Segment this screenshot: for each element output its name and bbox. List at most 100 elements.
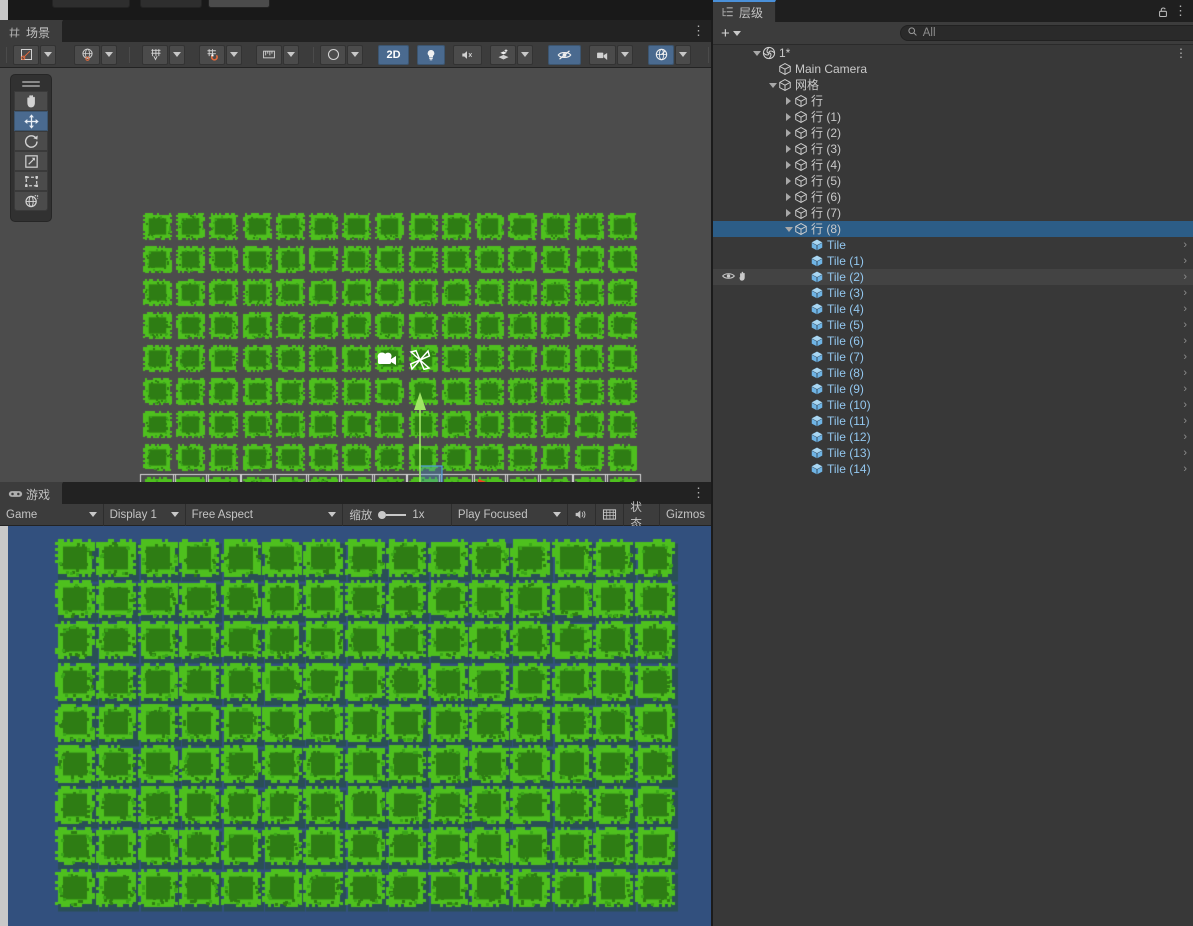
tool-palette-grip[interactable]: [22, 81, 40, 83]
display-select[interactable]: Display 1: [104, 503, 186, 526]
hierarchy-tree[interactable]: 1* ⋮ Main Camera 网格行行 (1) 行 (2) 行 (3) 行 (4) 行 (…: [713, 45, 1193, 926]
twirl-closed-icon[interactable]: [783, 177, 794, 185]
play-mode-select[interactable]: Play Focused: [452, 503, 569, 526]
global-local-caret[interactable]: [101, 44, 117, 65]
prefab-open-chevron-icon[interactable]: ›: [1183, 303, 1187, 315]
ruler-button[interactable]: [256, 44, 282, 65]
scene-camera-button[interactable]: [589, 44, 616, 65]
hierarchy-row-tile-3[interactable]: Tile (3) ›: [713, 285, 1193, 301]
twirl-closed-icon[interactable]: [783, 161, 794, 169]
hierarchy-row-row-6[interactable]: 行 (6): [713, 189, 1193, 205]
prefab-open-chevron-icon[interactable]: ›: [1183, 415, 1187, 427]
stats-button[interactable]: [596, 503, 625, 526]
cut-toolbar-button-3[interactable]: [208, 0, 270, 8]
hierarchy-row-row-2[interactable]: 行 (2): [713, 125, 1193, 141]
hierarchy-row-tile-10[interactable]: Tile (10) ›: [713, 397, 1193, 413]
hierarchy-row-tile-11[interactable]: Tile (11) ›: [713, 413, 1193, 429]
scale-slider[interactable]: [378, 510, 407, 519]
grid-visibility-button[interactable]: [142, 44, 168, 65]
twirl-open-icon[interactable]: [783, 226, 794, 232]
visibility-eye-icon[interactable]: [721, 270, 735, 284]
grid-visibility-caret[interactable]: [169, 44, 185, 65]
hierarchy-row-tile-7[interactable]: Tile (7) ›: [713, 349, 1193, 365]
effects-caret[interactable]: [517, 44, 534, 65]
hierarchy-row-tile-4[interactable]: Tile (4) ›: [713, 301, 1193, 317]
shading-mode-button[interactable]: [320, 44, 346, 65]
prefab-open-chevron-icon[interactable]: ›: [1183, 463, 1187, 475]
light-gizmo-icon[interactable]: [407, 347, 433, 378]
cut-toolbar-button-2[interactable]: [140, 0, 202, 8]
scene-camera-caret[interactable]: [617, 44, 633, 65]
prefab-open-chevron-icon[interactable]: ›: [1183, 431, 1187, 443]
scale-tool[interactable]: [14, 151, 48, 171]
hidden-objects-toggle[interactable]: [548, 44, 581, 65]
twirl-closed-icon[interactable]: [783, 129, 794, 137]
hierarchy-row-row-7[interactable]: 行 (7): [713, 205, 1193, 221]
scene-viewport[interactable]: [0, 68, 711, 482]
hierarchy-row-scene-root[interactable]: 1* ⋮: [713, 45, 1193, 61]
twirl-open-icon[interactable]: [751, 50, 762, 56]
tool-palette-grip-2[interactable]: [22, 85, 40, 87]
prefab-open-chevron-icon[interactable]: ›: [1183, 271, 1187, 283]
hierarchy-panel-menu-button[interactable]: ⋮: [1174, 4, 1187, 17]
global-local-button[interactable]: [74, 44, 100, 65]
prefab-open-chevron-icon[interactable]: ›: [1183, 335, 1187, 347]
tab-game[interactable]: 游戏: [0, 482, 64, 504]
game-viewport[interactable]: [0, 526, 711, 926]
hierarchy-row-row-1[interactable]: 行 (1): [713, 109, 1193, 125]
scale-slider-track[interactable]: [386, 513, 407, 516]
scale-slider-group[interactable]: 缩放 1x: [343, 503, 452, 526]
gizmos-toggle[interactable]: [648, 44, 674, 65]
search-input[interactable]: All: [899, 25, 1193, 41]
grid-snap-button[interactable]: [199, 44, 225, 65]
hierarchy-row-row-0[interactable]: 行: [713, 93, 1193, 109]
scene-lighting-toggle[interactable]: [417, 44, 445, 65]
stats-toggle[interactable]: 状态: [624, 502, 661, 530]
audio-toggle[interactable]: [452, 44, 483, 65]
shading-mode-caret[interactable]: [347, 44, 363, 65]
pickability-hand-icon[interactable]: [737, 270, 749, 284]
prefab-open-chevron-icon[interactable]: ›: [1183, 255, 1187, 267]
hierarchy-row-grid-root[interactable]: 网格: [713, 77, 1193, 93]
rotate-tool[interactable]: [14, 131, 48, 151]
prefab-open-chevron-icon[interactable]: ›: [1183, 367, 1187, 379]
scene-panel-menu-button[interactable]: ⋮: [692, 24, 705, 37]
ruler-caret[interactable]: [283, 44, 299, 65]
grid-snap-caret[interactable]: [226, 44, 242, 65]
hierarchy-row-tile-5[interactable]: Tile (5) ›: [713, 317, 1193, 333]
create-gameobject-button[interactable]: +: [717, 25, 745, 42]
rect-tool[interactable]: [14, 171, 48, 191]
lock-open-icon[interactable]: [1157, 5, 1169, 17]
twirl-open-icon[interactable]: [767, 82, 778, 88]
effects-button[interactable]: [490, 44, 517, 65]
scene-row-menu-button[interactable]: ⋮: [1175, 46, 1187, 60]
game-view-select[interactable]: Game: [0, 503, 104, 526]
twirl-closed-icon[interactable]: [783, 113, 794, 121]
hierarchy-row-row-4[interactable]: 行 (4): [713, 157, 1193, 173]
prefab-open-chevron-icon[interactable]: ›: [1183, 383, 1187, 395]
pivot-rotation-caret[interactable]: [40, 44, 56, 65]
hierarchy-row-tile-0[interactable]: Tile ›: [713, 237, 1193, 253]
twirl-closed-icon[interactable]: [783, 209, 794, 217]
hierarchy-row-tile-6[interactable]: Tile (6) ›: [713, 333, 1193, 349]
hierarchy-row-row-3[interactable]: 行 (3): [713, 141, 1193, 157]
transform-tool[interactable]: [14, 191, 48, 211]
prefab-open-chevron-icon[interactable]: ›: [1183, 447, 1187, 459]
prefab-open-chevron-icon[interactable]: ›: [1183, 239, 1187, 251]
twirl-closed-icon[interactable]: [783, 193, 794, 201]
prefab-open-chevron-icon[interactable]: ›: [1183, 287, 1187, 299]
twirl-closed-icon[interactable]: [783, 145, 794, 153]
hierarchy-row-tile-13[interactable]: Tile (13) ›: [713, 445, 1193, 461]
hierarchy-row-tile-2[interactable]: Tile (2) ›: [713, 269, 1193, 285]
gizmos-toggle-game[interactable]: Gizmos: [660, 504, 711, 526]
move-tool[interactable]: [14, 111, 48, 131]
scale-slider-knob[interactable]: [378, 510, 387, 519]
move-gizmo[interactable]: [400, 386, 520, 482]
pivot-rotation-button[interactable]: [13, 44, 39, 65]
hierarchy-row-main-camera[interactable]: Main Camera: [713, 61, 1193, 77]
camera-gizmo-icon[interactable]: [374, 349, 400, 374]
gizmos-caret[interactable]: [675, 44, 691, 65]
hand-tool[interactable]: [14, 91, 48, 111]
prefab-open-chevron-icon[interactable]: ›: [1183, 399, 1187, 411]
tab-hierarchy[interactable]: 层级: [713, 0, 777, 22]
